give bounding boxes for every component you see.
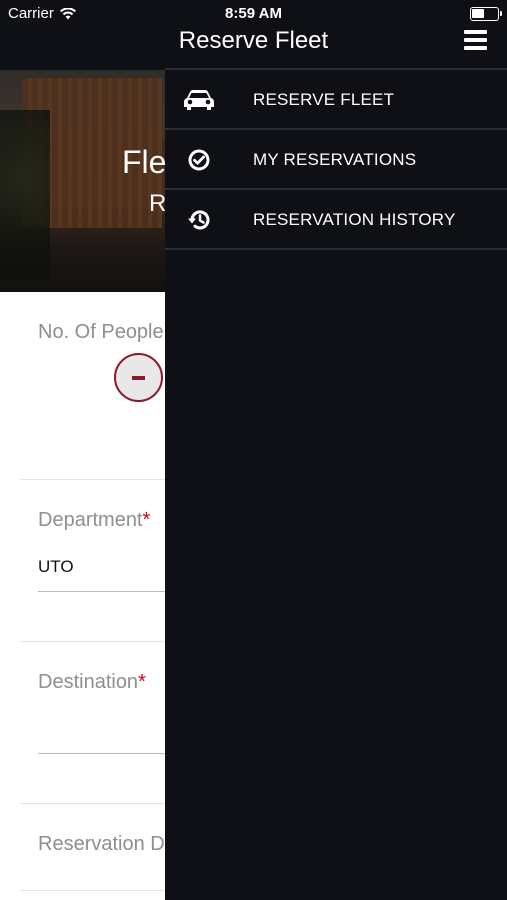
divider (20, 641, 165, 642)
menu-item-my-reservations[interactable]: MY RESERVATIONS (165, 130, 507, 190)
menu-item-label: MY RESERVATIONS (253, 150, 417, 169)
status-bar: Carrier 8:59 AM (0, 0, 507, 26)
check-circle-icon (183, 145, 215, 175)
destination-label: Destination* (38, 671, 146, 693)
car-icon (183, 85, 215, 115)
page-title: Reserve Fleet (178, 27, 329, 54)
menu-item-label: RESERVATION HISTORY (253, 210, 456, 229)
destination-field[interactable] (38, 753, 165, 754)
department-field[interactable]: UTO (38, 557, 74, 577)
divider (20, 803, 165, 804)
hero-subtitle: R (149, 190, 165, 217)
divider (20, 890, 165, 891)
side-drawer: RESERVE FLEET MY RESERVATIONS RESERVATIO… (165, 68, 507, 900)
reservation-form: No. Of People Department* UTO Destinatio… (0, 292, 165, 900)
reservation-date-label: Reservation D (38, 833, 165, 855)
menu-item-reserve-fleet[interactable]: RESERVE FLEET (165, 70, 507, 130)
clock: 8:59 AM (225, 5, 282, 22)
minus-icon (132, 375, 145, 380)
battery-icon (470, 7, 502, 21)
history-icon (183, 205, 215, 235)
hero-banner: Fle R (0, 70, 165, 292)
menu-item-label: RESERVE FLEET (253, 90, 395, 109)
menu-item-reservation-history[interactable]: RESERVATION HISTORY (165, 190, 507, 250)
department-label: Department* (38, 509, 151, 531)
people-label: No. Of People (38, 321, 164, 343)
top-bar: Carrier 8:59 AM Reserve Fleet (0, 0, 507, 70)
hamburger-icon[interactable] (464, 30, 487, 50)
hero-title: Fle (122, 144, 165, 180)
divider (20, 479, 165, 480)
divider (165, 248, 507, 250)
decrease-people-button[interactable] (114, 353, 163, 402)
